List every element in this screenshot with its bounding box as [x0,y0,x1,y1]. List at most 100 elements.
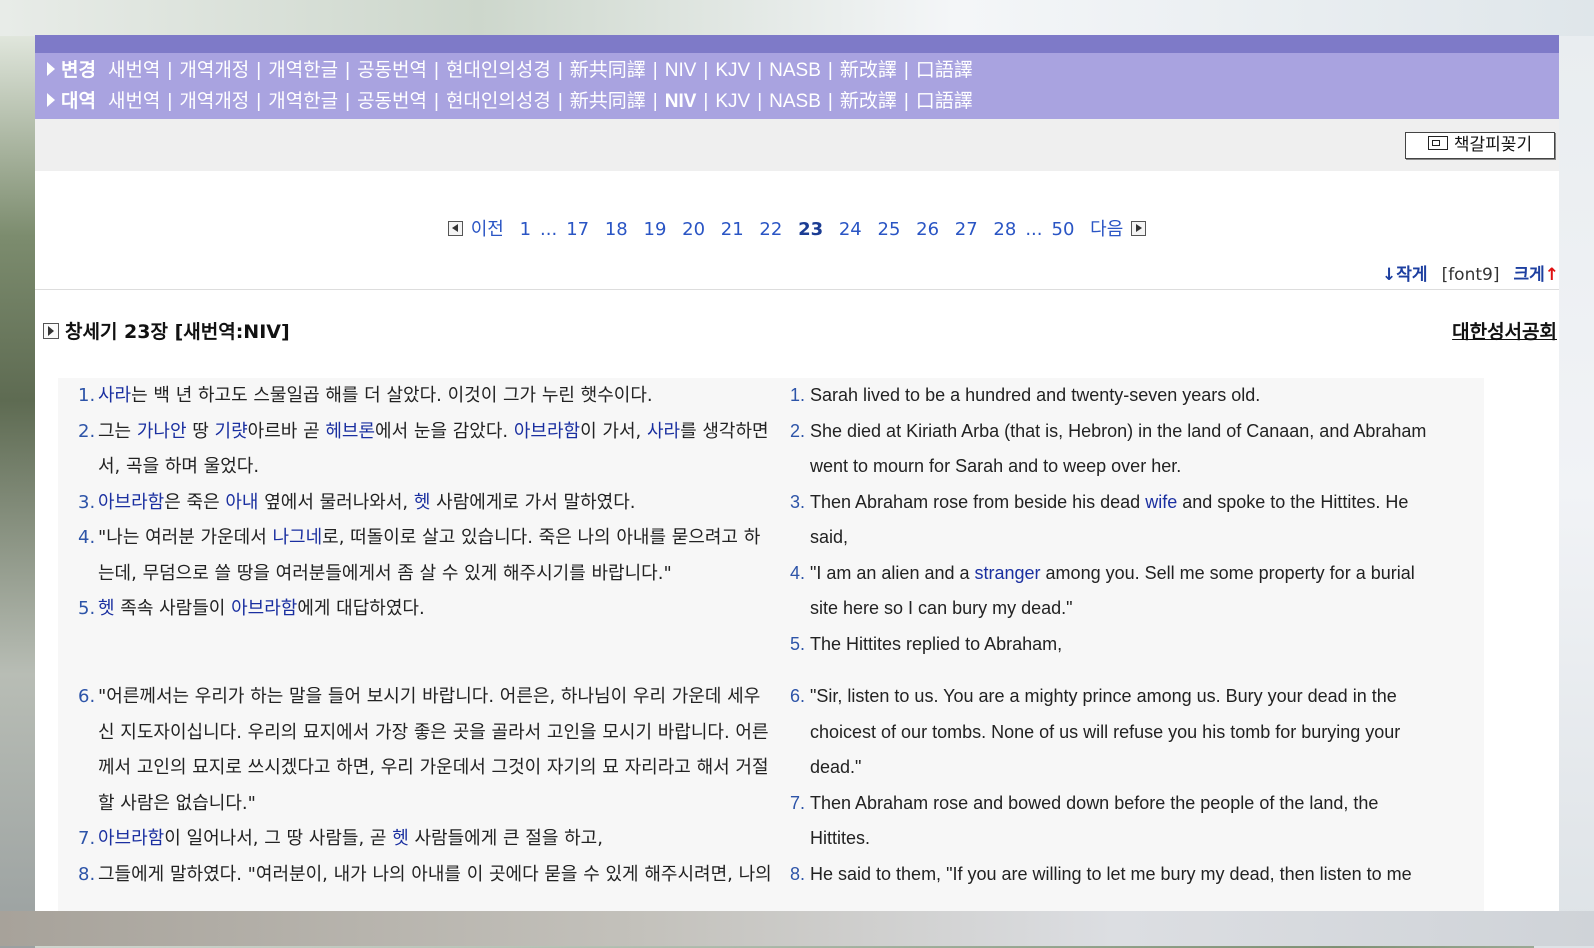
bible-page: 변경 새번역 | 개역개정 | 개역한글 | 공동번역 | 현대인의성경 | 新共同譯 | NIV | KJV… [35,35,1559,911]
pager-first[interactable]: 1 [520,219,531,240]
nav-item-shinkaiyaku[interactable]: 新改譯 [840,91,897,112]
nav-item-niv[interactable]: NIV [665,60,697,81]
nav-item-kogoyaku[interactable]: 口語譯 [916,60,973,81]
nav-item-shinkyodo[interactable]: 新共同譯 [570,91,646,112]
chapter-pager: 이전 1... 17 18 19 20 21 22 23 24 25 26 27 … [35,215,1559,241]
publisher-link[interactable]: 대한성서공회 [1452,317,1557,344]
word-link[interactable]: 사라 [647,421,680,442]
nav-item-gaeyeokgaejeong[interactable]: 개역개정 [179,91,249,112]
word-link[interactable]: 아브라함 [98,492,164,513]
nav-item-nasb[interactable]: NASB [769,60,821,81]
verse-5-en: 5. The Hittites replied to Abraham, [790,633,1063,654]
triangle-icon [47,61,55,76]
nav-item-gaeyeokgaejeong[interactable]: 개역개정 [179,60,249,81]
word-link[interactable]: 아내 [225,492,258,513]
verse-6-ko: 6. "어른께서는 우리가 하는 말을 들어 보시기 바랍니다. 어른은, 하나님… [78,686,769,814]
bookmark-icon [1427,136,1448,150]
nav-item-kjv[interactable]: KJV [715,60,750,81]
word-link[interactable]: 기럇 [215,421,248,442]
pager-page-26[interactable]: 26 [916,219,939,240]
verse-2-en: 2. She died at Kiriath Arba (that is, Heb… [790,420,1427,477]
verse-7-ko: 7. 아브라함이 일어나서, 그 땅 사람들, 곧 헷 사람들에게 큰 절을 하고… [78,828,603,849]
pager-page-17[interactable]: 17 [566,219,589,240]
verse-7-en: 7. Then Abraham rose and bowed down befor… [790,792,1379,849]
pager-page-28[interactable]: 28 [993,219,1016,240]
nav-item-nasb[interactable]: NASB [769,91,821,112]
nav-item-gongdong[interactable]: 공동번역 [357,60,427,81]
pager-page-19[interactable]: 19 [644,219,667,240]
pager-current-page: 23 [798,219,824,240]
verse-5-ko: 5. 헷 족속 사람들이 아브라함에게 대답하였다. [78,598,425,619]
prev-arrow-icon[interactable] [447,220,463,236]
next-arrow-icon[interactable] [1131,220,1147,236]
font-smaller-button[interactable]: ↓작게 [1382,265,1428,285]
pager-page-25[interactable]: 25 [878,219,901,240]
background-photo-bottom [0,911,1594,946]
up-arrow-icon: ↑ [1544,265,1559,285]
background-photo-top [0,0,1594,36]
verse-3-en: 3. Then Abraham rose from beside his dead… [790,491,1409,548]
font-size-control: ↓작게 [font9] 크게↑ [1382,260,1559,285]
translation-nav: 변경 새번역 | 개역개정 | 개역한글 | 공동번역 | 현대인의성경 | 新共同譯 | NIV | KJV… [35,53,1559,119]
word-link[interactable]: 아브라함 [514,421,580,442]
nav-item-saebeonyeok[interactable]: 새번역 [108,60,160,81]
bookmark-label: 책갈피꽂기 [1453,135,1533,155]
pager-prev[interactable]: 이전 [471,219,504,240]
word-link[interactable]: 아브라함 [98,828,164,849]
verse-2-ko: 2. 그는 가나안 땅 기럇아르바 곧 헤브론에서 눈을 감았다. 아브라함이 가… [78,420,769,478]
pager-page-21[interactable]: 21 [721,219,744,240]
verse-8-ko: 8. 그들에게 말하였다. "여러분이, 내가 나의 아내를 이 곳에다 묻을 수… [78,863,772,885]
nav-item-kjv[interactable]: KJV [715,91,750,112]
header-strip [35,35,1559,53]
word-link[interactable]: 헷 [98,598,115,619]
verse-4-en: 4. "I am an alien and a stranger among yo… [790,562,1415,619]
word-link[interactable]: 헤브론 [325,421,375,442]
nav-item-gaeyeokhangeul[interactable]: 개역한글 [268,60,338,81]
nav-item-saebeonyeok[interactable]: 새번역 [108,91,160,112]
font-bigger-button[interactable]: 크게↑ [1513,265,1559,285]
nav-item-shinkaiyaku[interactable]: 新改譯 [840,60,897,81]
nav-item-hyeondaein[interactable]: 현대인의성경 [446,60,551,81]
nav-item-shinkyodo[interactable]: 新共同譯 [570,60,646,81]
divider [35,289,1559,290]
nav-item-gongdong[interactable]: 공동번역 [357,91,427,112]
word-link[interactable]: stranger [975,563,1041,583]
triangle-icon [47,92,55,107]
verse-3-ko: 3. 아브라함은 죽은 아내 옆에서 물러나와서, 헷 사람에게로 가서 말하였다… [78,491,636,513]
change-label: 변경 [61,60,96,81]
verse-1-ko: 1. 사라는 백 년 하고도 스물일곱 해를 더 살았다. 이것이 그가 누린 햇… [78,385,653,406]
pager-page-24[interactable]: 24 [839,219,862,240]
play-arrow-icon[interactable] [43,322,59,339]
bookmark-button[interactable]: 책갈피꽂기 [1405,132,1555,159]
word-link[interactable]: 나그네 [272,527,322,548]
word-link[interactable]: wife [1145,492,1177,512]
font-size-value: [font9] [1441,265,1500,285]
chapter-title-text: 창세기 23장 [새번역:NIV] [65,321,290,343]
nav-item-gaeyeokhangeul[interactable]: 개역한글 [268,91,338,112]
pager-last[interactable]: 50 [1052,219,1075,240]
verse-6-en: 6. "Sir, listen to us. You are a mighty p… [790,686,1401,777]
pager-next[interactable]: 다음 [1090,219,1123,240]
word-link[interactable]: 아브라함 [231,598,297,619]
nav-item-kogoyaku[interactable]: 口語譯 [916,91,973,112]
parallel-label: 대역 [61,91,96,112]
nav-item-niv-active[interactable]: NIV [665,91,697,112]
verse-1-en: 1. Sarah lived to be a hundred and twenty… [790,385,1261,405]
word-link[interactable]: 사라 [98,385,131,406]
verse-8-en: 8. He said to them, "If you are willing t… [790,863,1412,884]
pager-page-20[interactable]: 20 [682,219,705,240]
chapter-title: 창세기 23장 [새번역:NIV] [43,317,290,344]
verse-4-ko: 4. "나는 여러분 가운데서 나그네로, 떠돌이로 살고 있습니다. 죽은 나의… [78,527,761,584]
toolbar: 책갈피꽂기 [35,119,1559,171]
word-link[interactable]: 헷 [392,828,409,849]
change-translation-row: 변경 새번역 | 개역개정 | 개역한글 | 공동번역 | 현대인의성경 | 新共同譯 | NIV | KJV… [47,56,973,86]
parallel-translation-row: 대역 새번역 | 개역개정 | 개역한글 | 공동번역 | 현대인의성경 | 新共同譯 | NIV | KJV… [47,87,973,117]
word-link[interactable]: 헷 [414,492,431,513]
pager-page-18[interactable]: 18 [605,219,628,240]
parallel-text-panel: 1. 사라는 백 년 하고도 스물일곱 해를 더 살았다. 이것이 그가 누린 햇… [58,378,1484,911]
word-link[interactable]: 가나안 [137,421,187,442]
pager-page-27[interactable]: 27 [955,219,978,240]
pager-page-22[interactable]: 22 [759,219,782,240]
nav-item-hyeondaein[interactable]: 현대인의성경 [446,91,551,112]
background-photo-left [0,36,35,948]
